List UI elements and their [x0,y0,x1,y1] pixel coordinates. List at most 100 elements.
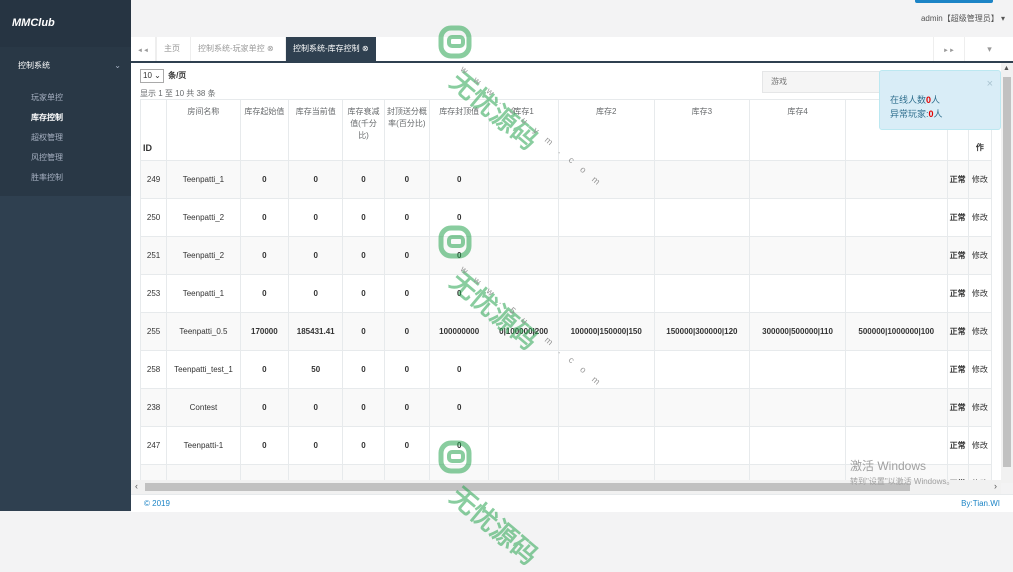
edit-link[interactable]: 修改 [967,274,993,313]
brand-logo[interactable]: MMClub [0,0,131,47]
column-header-stock-2[interactable]: 库存2 [557,99,655,161]
tab-inventory-control[interactable]: 控制系统-库存控制 ⊗ [285,37,376,61]
table-row[interactable]: 253 Teenpatti_1 0 0 0 0 0 正常 修改 [139,274,993,313]
chevron-down-icon: ⌄ [114,61,121,70]
sidebar-section-control-system[interactable]: 控制系统 ⌄ [0,47,131,85]
activation-title: 激活 Windows [850,459,927,473]
column-header-seal-rate[interactable]: 封顶送分概率(百分比) [383,99,430,161]
sidebar-item-super-permission[interactable]: 超权管理 [0,128,131,148]
cell-stock-3 [653,198,751,237]
column-header-cap[interactable]: 库存封顶值 [428,99,490,161]
table-row[interactable]: 238 Contest 0 0 0 0 0 正常 修改 [139,388,993,427]
cell-start: 0 [239,198,290,237]
column-header-current[interactable]: 库存当前值 [288,99,344,161]
edit-link[interactable]: 修改 [967,426,993,465]
scroll-up-arrow-icon[interactable]: ▲ [1003,65,1010,72]
cell-seal-rate: 0 [383,426,430,465]
edit-link[interactable]: 修改 [967,160,993,199]
table-row[interactable]: 251 Teenpatti_2 0 0 0 0 0 正常 修改 [139,236,993,275]
cell-stock-4: 300000|500000|110 [749,312,846,351]
edit-link[interactable]: 修改 [967,350,993,389]
cell-id: 249 [139,160,168,199]
cell-id: 255 [139,312,168,351]
column-header-room-name[interactable]: 房间名称 [166,99,241,161]
page-size-label: 条/页 [168,71,187,80]
column-header-stock-3[interactable]: 库存3 [653,99,751,161]
cell-stock-2 [557,274,655,313]
scroll-right-arrow-icon[interactable]: › [994,481,997,491]
cell-stock-4 [749,388,846,427]
column-header-start[interactable]: 库存起始值 [239,99,290,161]
caret-down-icon: ▾ [987,44,992,54]
user-menu[interactable]: admin【超级管理员】 ▾ [921,13,1005,24]
cell-stock-3: 150000|300000|120 [653,312,751,351]
cell-stock-2 [557,236,655,275]
scroll-left-arrow-icon[interactable]: ‹ [135,481,138,491]
page-size-value: 10 [143,71,152,80]
table-row[interactable]: 258 Teenpatti_test_1 0 50 0 0 0 正常 修改 [139,350,993,389]
cell-seal-rate: 0 [383,388,430,427]
edit-link[interactable]: 修改 [967,198,993,237]
cell-seal-rate: 0 [383,236,430,275]
cell-stock-5 [844,350,948,389]
author-credit: By:Tian.WI [961,499,1000,508]
cell-cap: 0 [428,350,490,389]
copyright-text: © 2019 [144,499,170,508]
page-size-control: 10 ⌄ 条/页 [140,69,186,83]
inventory-table: ID 房间名称 库存起始值 库存当前值 库存衰减值(千分比) 封顶送分概率(百分… [139,99,993,483]
tab-label: 控制系统-库存控制 [293,44,360,53]
chevron-down-icon: ⌄ [154,71,161,80]
close-icon[interactable]: ⊗ [267,44,274,53]
cell-decay: 0 [342,312,385,351]
cell-room-name: Contest [166,388,241,427]
tab-player-control[interactable]: 控制系统-玩家单控 ⊗ [190,37,281,61]
cell-stock-3 [653,274,751,313]
vertical-scrollbar[interactable]: ▲ [1001,63,1013,483]
cell-stock-5: 500000|1000000|100 [844,312,948,351]
column-header-stock-1[interactable]: 库存1 [488,99,559,161]
sidebar-item-inventory-control[interactable]: 库存控制 [0,108,131,128]
edit-link[interactable]: 修改 [967,236,993,275]
tab-scroll-left-button[interactable]: ◄◄ [131,37,156,61]
cell-current: 0 [288,236,344,275]
cell-stock-3 [653,350,751,389]
cell-decay: 0 [342,236,385,275]
online-label: 在线人数 [890,95,927,105]
table-row[interactable]: 250 Teenpatti_2 0 0 0 0 0 正常 修改 [139,198,993,237]
close-icon[interactable]: ⊗ [362,44,369,53]
column-header-decay[interactable]: 库存衰减值(千分比) [342,99,385,161]
tab-scroll-right-button[interactable]: ►► [933,37,964,61]
cell-room-name: Teenpatti_1 [166,160,241,199]
table-row[interactable]: 255 Teenpatti_0.5 170000 185431.41 0 0 1000000… [139,312,993,351]
cell-id: 251 [139,236,168,275]
page-size-select[interactable]: 10 ⌄ [140,69,164,83]
edit-link[interactable]: 修改 [967,388,993,427]
sidebar-item-risk-control[interactable]: 风控管理 [0,148,131,168]
sidebar-submenu: 玩家单控 库存控制 超权管理 风控管理 胜率控制 [0,85,131,196]
caret-down-icon: ▾ [1000,14,1005,23]
sidebar-item-win-rate-control[interactable]: 胜率控制 [0,168,131,188]
cell-cap: 100000000 [428,312,490,351]
abnormal-unit: 人 [933,109,943,119]
cell-seal-rate: 0 [383,160,430,199]
abnormal-count-line: 异常玩家:0人 [890,109,943,119]
search-input[interactable] [762,71,880,93]
column-header-stock-4[interactable]: 库存4 [749,99,846,161]
edit-link[interactable]: 修改 [967,312,993,351]
close-icon[interactable]: × [987,77,993,91]
vertical-scroll-thumb[interactable] [1003,77,1011,467]
sidebar-item-player-control[interactable]: 玩家单控 [0,88,131,108]
cell-id: 253 [139,274,168,313]
column-header-id[interactable]: ID [139,99,168,161]
top-bar: admin【超级管理员】 ▾ [131,0,1013,37]
top-accent-bar [915,0,993,3]
cell-stock-1 [488,426,559,465]
tab-options-button[interactable]: ▾ [964,37,1013,61]
tab-home[interactable]: 主页 [156,37,187,61]
online-stats-popup: × 在线人数0人 异常玩家:0人 [879,70,1001,130]
cell-seal-rate: 0 [383,198,430,237]
table-row[interactable]: 249 Teenpatti_1 0 0 0 0 0 正常 修改 [139,160,993,199]
cell-cap: 0 [428,198,490,237]
sidebar-section-label: 控制系统 [18,61,50,70]
horizontal-scroll-thumb[interactable] [145,483,910,491]
